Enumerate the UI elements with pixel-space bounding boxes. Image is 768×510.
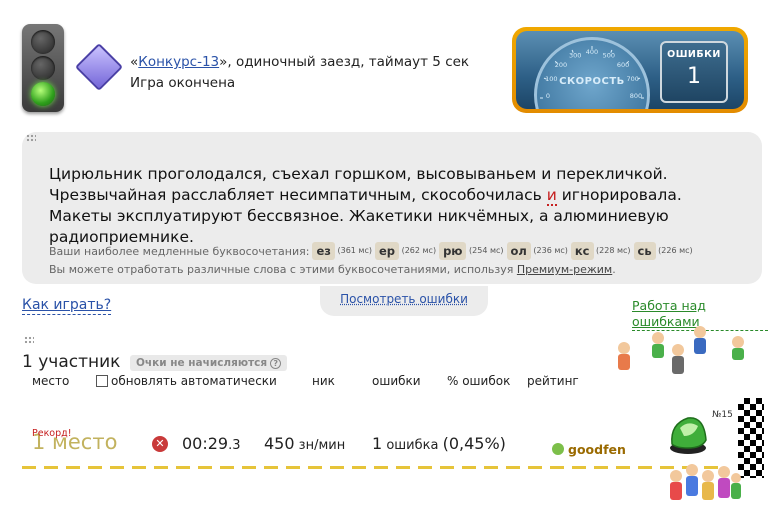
combo-time: (226 мс) (655, 246, 693, 255)
gauge-tick-label: 0 (546, 92, 550, 100)
race-title: «Конкурс-13», одиночный заезд, таймаут 5… (130, 52, 469, 73)
traffic-light-green-lamp (31, 82, 55, 106)
combo-chip: ез (312, 242, 335, 260)
col-rating: рейтинг (527, 374, 579, 388)
col-nick: ник (312, 374, 335, 388)
speed-unit: зн/мин (294, 438, 346, 453)
no-points-text: Очки не начисляются (136, 357, 268, 369)
traffic-light-icon (22, 24, 64, 112)
time-fraction: .3 (228, 438, 241, 453)
hint-period: . (612, 263, 616, 276)
how-to-play-link[interactable]: Как играть? (22, 296, 112, 315)
traffic-light-red-lamp (31, 30, 55, 54)
results-grip-icon[interactable] (24, 336, 34, 344)
race-car-icon (670, 417, 707, 454)
premium-hint: Вы можете отработать различные слова с э… (49, 261, 693, 279)
auto-refresh[interactable]: обновлять автоматически (96, 374, 277, 388)
speed-value: 450 (264, 434, 295, 453)
combo-chip: рю (439, 242, 467, 260)
combo-time: (361 мс) (334, 246, 372, 255)
spectators-icon (670, 464, 741, 500)
result-errors: 1 ошибка (0,45%) (372, 434, 506, 453)
gauge-tick-label: 800 (630, 92, 642, 100)
slow-combos-line: Ваши наиболее медленные буквосочетания: е… (49, 242, 693, 261)
close-icon[interactable]: ✕ (152, 436, 168, 452)
errors-counter: ОШИБКИ 1 (660, 41, 728, 103)
slow-combos: Ваши наиболее медленные буквосочетания: е… (49, 242, 693, 279)
race-description: », одиночный заезд, таймаут 5 сек (219, 54, 470, 70)
speed-label: СКОРОСТЬ (559, 76, 625, 87)
car-number: №15 (712, 410, 733, 420)
result-row: 1 место Рекорд! ✕ 00:29.3 450 зн/мин 1 о… (22, 424, 742, 460)
auto-refresh-checkbox[interactable] (96, 375, 108, 387)
error-count: 1 (372, 434, 383, 453)
mode-diamond-icon (74, 42, 124, 92)
nick-text: goodfen (568, 442, 626, 457)
time-main: 00:29 (182, 434, 229, 453)
premium-hint-text: Вы можете отработать различные слова с э… (49, 263, 517, 276)
combo-time: (236 мс) (530, 246, 568, 255)
speedometer-inner: 0 100 200 300 400 500 600 700 800 СКОРОСТЬ ОШИБК… (516, 31, 744, 109)
error-percent: (0,45%) (442, 434, 506, 453)
speedometer-panel: 0 100 200 300 400 500 600 700 800 СКОРОСТЬ ОШИБК… (512, 27, 748, 113)
race-track-line (22, 466, 722, 469)
view-errors-link[interactable]: Посмотреть ошибки (340, 292, 468, 306)
player-nick[interactable]: goodfen (552, 442, 626, 457)
record-label: Рекорд! (32, 428, 72, 439)
col-errors: ошибки (372, 374, 421, 388)
result-speed: 450 зн/мин (264, 434, 345, 453)
error-letter: и (546, 186, 557, 206)
combo-chip: ол (506, 242, 531, 260)
players-group-icon (618, 326, 744, 374)
errors-value: 1 (687, 64, 701, 89)
col-error-percent: % ошибок (447, 374, 511, 388)
auto-refresh-label: обновлять автоматически (111, 374, 277, 388)
result-time: 00:29.3 (182, 434, 241, 453)
error-word: ошибка (382, 438, 443, 453)
participants-count: 1 участник (22, 352, 121, 372)
text-panel: Цирюльник проголодался, съехал горшком, … (22, 132, 762, 284)
combo-time: (228 мс) (593, 246, 631, 255)
drag-grip-icon[interactable] (26, 134, 36, 142)
race-status: Игра окончена (130, 75, 236, 91)
combo-time: (254 мс) (466, 246, 504, 255)
errors-label: ОШИБКИ (667, 49, 721, 60)
combo-chip: кс (570, 242, 594, 260)
gauge-tick-label: 500 (603, 51, 615, 59)
traffic-light-yellow-lamp (31, 56, 55, 80)
race-info: «Конкурс-13», одиночный заезд, таймаут 5… (130, 52, 469, 94)
view-errors-tab: Посмотреть ошибки (320, 286, 488, 316)
gauge-tick-label: 300 (569, 51, 581, 59)
premium-mode-link[interactable]: Премиум-режим (517, 263, 612, 276)
combo-chip: сь (633, 242, 656, 260)
combo-chip: ер (374, 242, 400, 260)
contest-link[interactable]: Конкурс-13 (138, 54, 219, 70)
combo-time: (262 мс) (399, 246, 437, 255)
slow-combos-label: Ваши наиболее медленные буквосочетания: (49, 245, 310, 258)
speed-gauge: 0 100 200 300 400 500 600 700 800 СКОРОСТЬ (534, 37, 650, 109)
no-points-badge: Очки не начисляются? (130, 355, 288, 371)
col-place: место (32, 374, 70, 388)
combo-list: ез (361 мс) ер (262 мс) рю (254 мс) ол (236… (309, 242, 693, 260)
avatar (552, 443, 564, 455)
help-icon[interactable]: ? (270, 358, 282, 369)
gauge-tick-label: 400 (586, 48, 598, 56)
typed-text: Цирюльник проголодался, съехал горшком, … (49, 164, 739, 248)
gauge-ticks: 0100200300 400 500600700800 (540, 46, 644, 100)
